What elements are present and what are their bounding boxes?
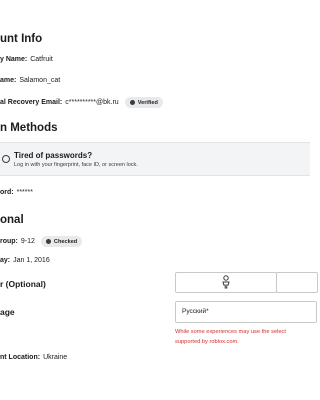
language-label: age	[0, 307, 15, 317]
male-icon	[222, 275, 230, 289]
username-value: Salamon_cat	[19, 77, 61, 84]
password-value: ******	[16, 189, 33, 196]
gender-option-female[interactable]	[276, 272, 318, 293]
lightbulb-icon	[2, 155, 10, 163]
checked-dot-icon	[45, 239, 51, 244]
display-name-row: y Name: Catfruit	[0, 56, 53, 63]
password-row: ord: ******	[0, 189, 33, 196]
password-label: ord:	[0, 189, 14, 196]
gender-label: r (Optional)	[0, 279, 46, 289]
birthday-label: ay:	[0, 257, 11, 264]
birthday-value: Jan 1, 2016	[13, 257, 50, 264]
location-value: Ukraine	[43, 354, 68, 361]
recovery-email-row: al Recovery Email: c**********@bk.ru Ver…	[0, 97, 163, 108]
username-row: ame: Salamon_cat	[0, 77, 60, 84]
language-warning-line-1: While some experiences may use the selec…	[175, 329, 286, 335]
passwordless-banner[interactable]: Tired of passwords? Log in with your fin…	[0, 142, 310, 176]
language-select[interactable]: Русский*	[175, 301, 317, 323]
birthday-row: ay: Jan 1, 2016	[0, 257, 50, 264]
gender-row: r (Optional)	[0, 279, 46, 289]
recovery-email-label: al Recovery Email:	[0, 99, 63, 106]
verified-dot-icon	[129, 100, 135, 105]
banner-title: Tired of passwords?	[14, 151, 93, 160]
display-name-value: Catfruit	[30, 56, 53, 63]
recovery-email-value: c**********@bk.ru	[65, 99, 119, 106]
location-label: nt Location:	[0, 354, 41, 361]
language-warning-line-2: supported by roblox.com.	[175, 339, 239, 345]
checked-badge: Checked	[40, 236, 83, 247]
language-row: age	[0, 307, 15, 317]
checked-badge-label: Checked	[53, 238, 78, 245]
age-group-row: roup: 9-12 Checked	[0, 236, 83, 247]
verified-badge: Verified	[124, 97, 163, 108]
gender-option-male[interactable]	[175, 272, 277, 293]
verified-badge-label: Verified	[137, 99, 158, 106]
login-methods-title: n Methods	[0, 122, 58, 134]
age-group-value: 9-12	[20, 238, 35, 245]
language-selected-value: Русский*	[182, 308, 209, 315]
age-group-label: roup:	[0, 238, 18, 245]
banner-subtitle: Log in with your fingerprint, face ID, o…	[14, 162, 138, 168]
display-name-label: y Name:	[0, 56, 28, 63]
location-row: nt Location: Ukraine	[0, 354, 67, 361]
username-label: ame:	[0, 77, 17, 84]
account-info-title: unt Info	[0, 33, 43, 45]
personal-title: onal	[0, 214, 24, 226]
